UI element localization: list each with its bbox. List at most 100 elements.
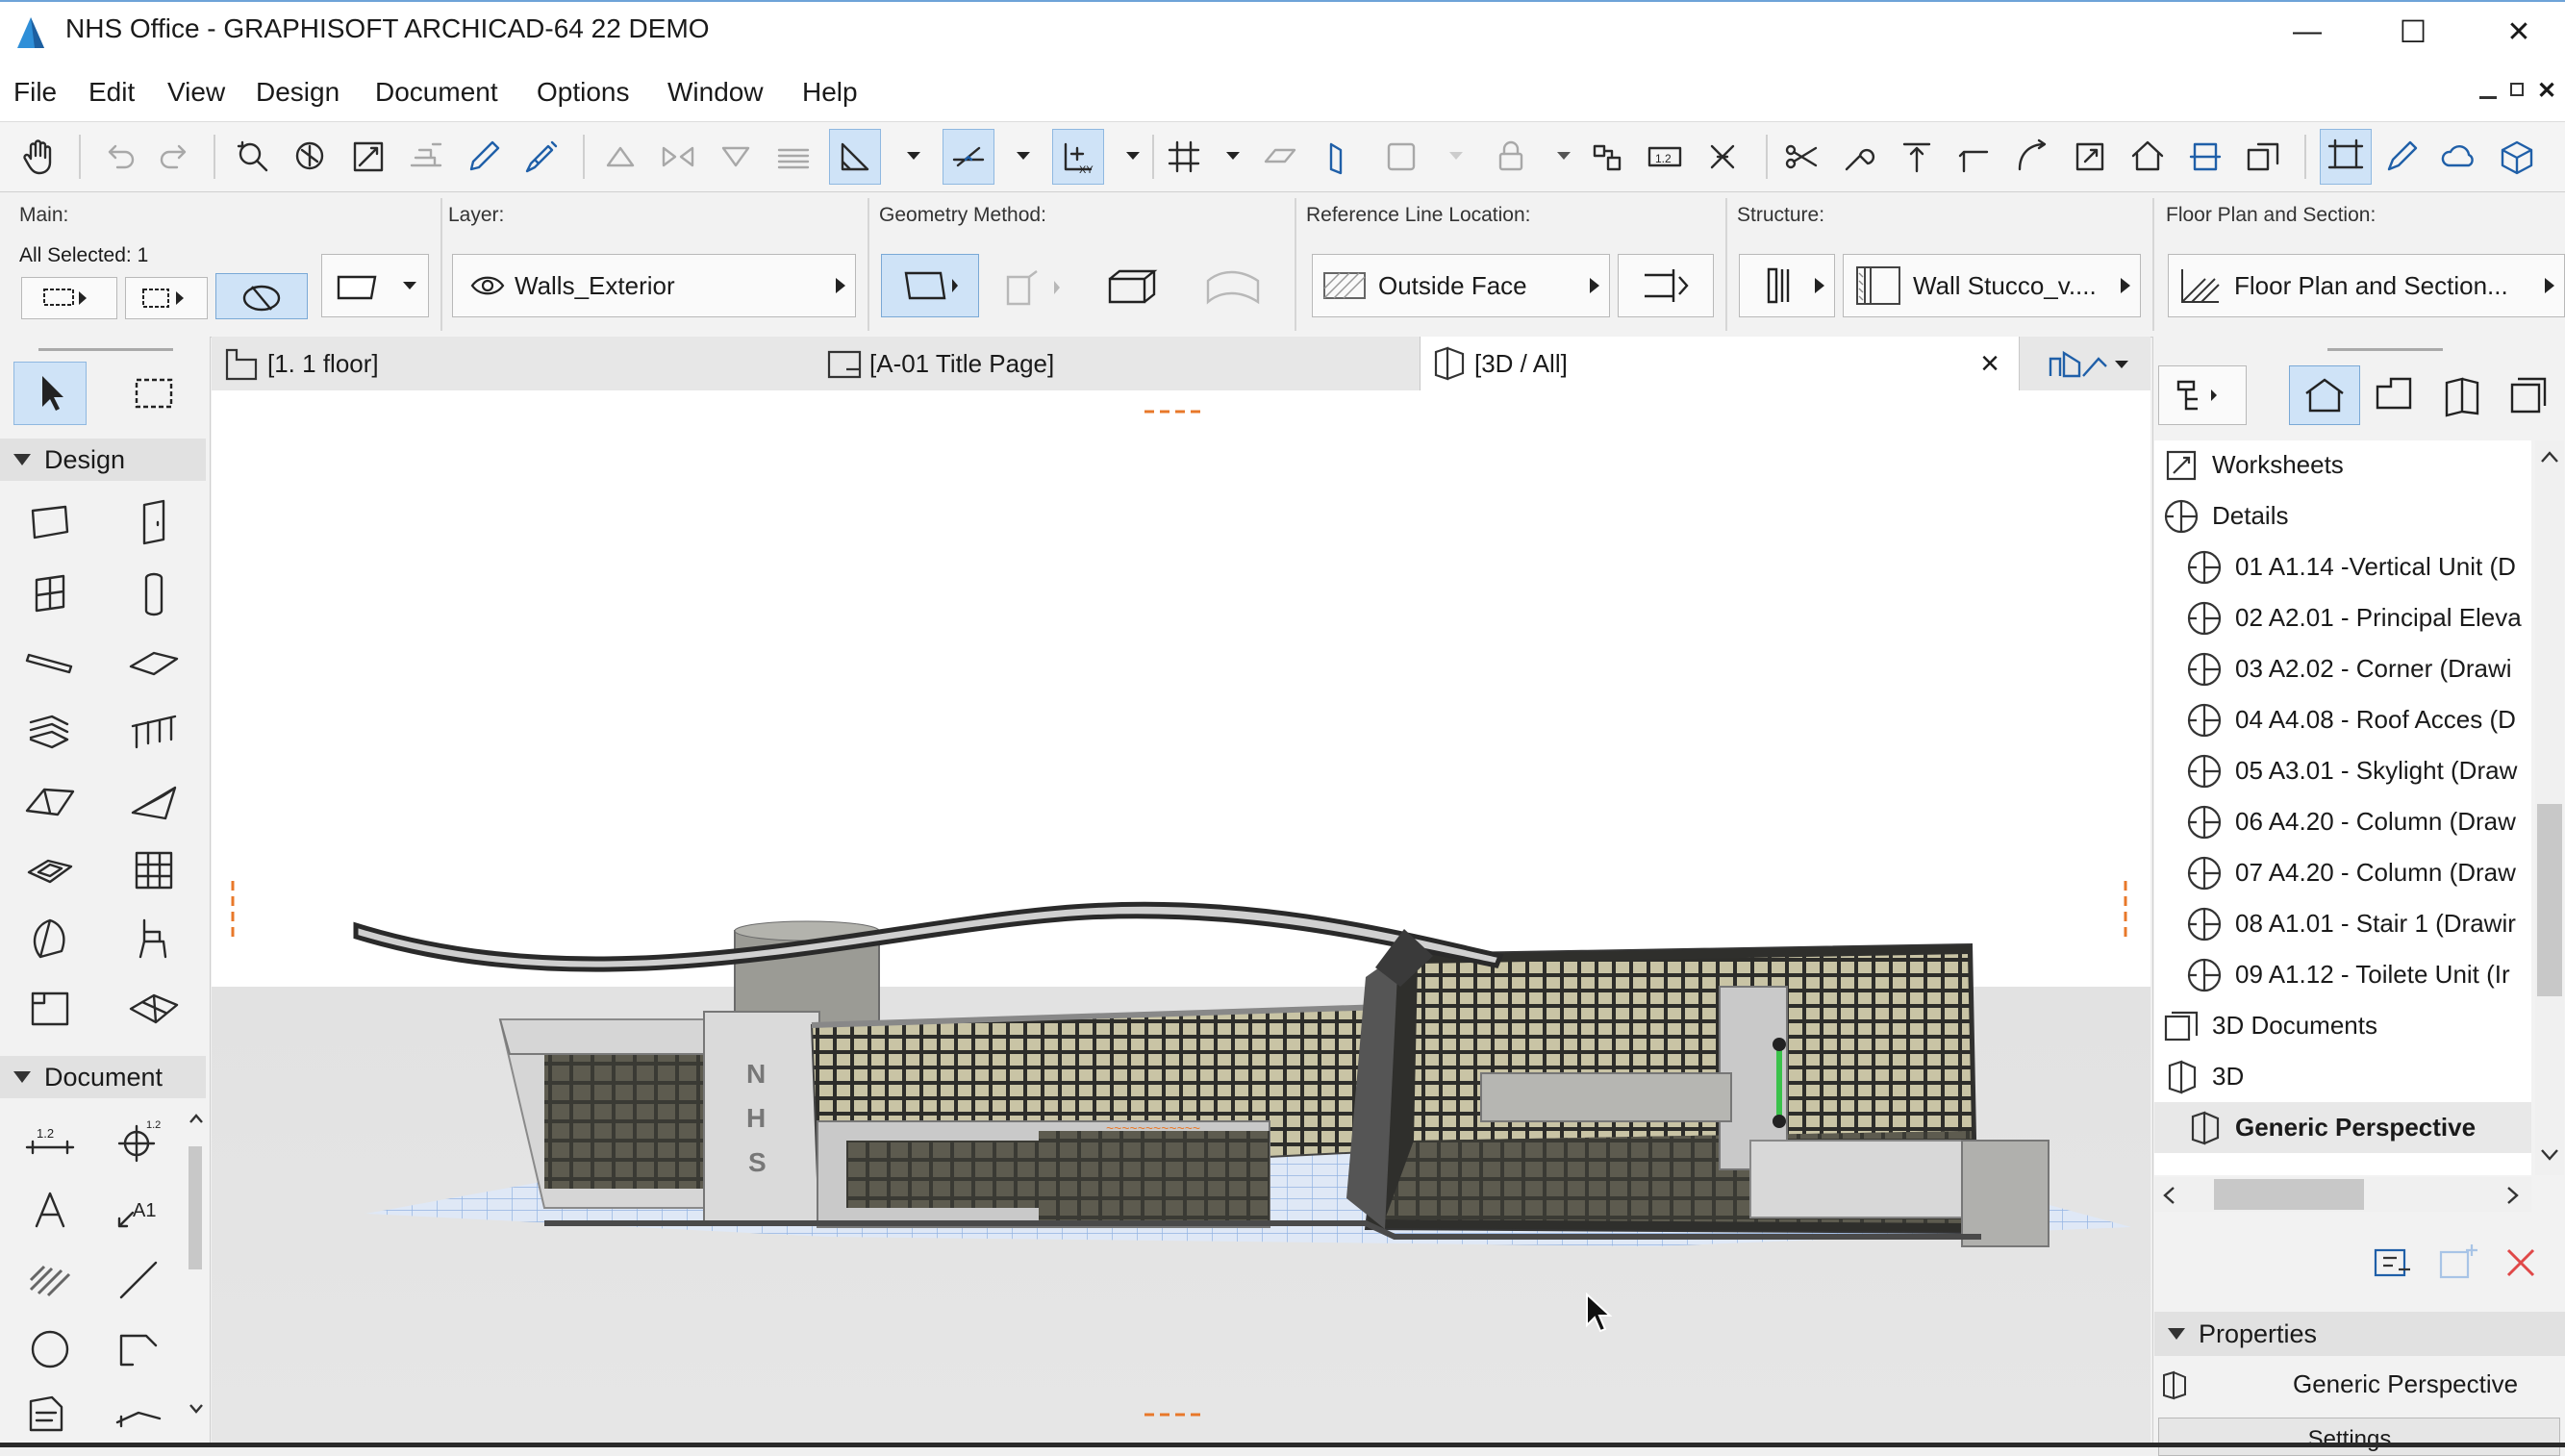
navigator-h-scrollbar-thumb[interactable] [2214, 1179, 2364, 1210]
line-tool[interactable] [102, 1248, 175, 1312]
marquee-filter-button[interactable] [125, 277, 208, 319]
list-item[interactable]: 08 A1.01 - Stair 1 (Drawir [2185, 898, 2562, 949]
layer-dropdown[interactable]: Walls_Exterior [452, 254, 856, 317]
3d-viewport[interactable]: N H S ~~~~~~~~~~~~ [212, 390, 2150, 1447]
scroll-down-arrow-icon[interactable] [189, 1402, 204, 1416]
fill-tool[interactable] [13, 1248, 87, 1312]
delete-view-button[interactable] [2497, 1241, 2545, 1285]
section-button[interactable] [1312, 129, 1364, 185]
menu-design[interactable]: Design [256, 77, 339, 108]
explode-button[interactable] [1697, 129, 1748, 185]
scroll-left-arrow-icon[interactable] [2160, 1185, 2177, 1206]
menu-window[interactable]: Window [667, 77, 764, 108]
tab-layout[interactable]: [A-01 Title Page] [817, 337, 1420, 390]
menu-options[interactable]: Options [537, 77, 630, 108]
properties-section-header[interactable]: Properties [2154, 1312, 2565, 1356]
elevate-button[interactable] [594, 129, 646, 185]
object-tool[interactable] [117, 908, 190, 971]
tab-floor-plan[interactable]: [1. 1 floor] [215, 337, 816, 390]
roof-button[interactable] [2122, 129, 2174, 185]
design-section-header[interactable]: Design [0, 439, 206, 481]
navigator-scrollbar-thumb[interactable] [2537, 804, 2562, 996]
offset-button[interactable] [2006, 129, 2058, 185]
list-item[interactable]: 02 A2.01 - Principal Eleva [2185, 592, 2562, 643]
scroll-down-arrow-icon[interactable] [2539, 1146, 2560, 1164]
doc-restore-icon[interactable] [2510, 83, 2524, 96]
flip-reference-button[interactable] [1618, 254, 1714, 317]
tab-3d[interactable]: [3D / All] × [1420, 337, 2020, 390]
chevron-down-icon[interactable] [1446, 146, 1466, 165]
stair-tool[interactable] [13, 700, 87, 764]
zoom-button[interactable] [285, 129, 337, 185]
skylight-tool[interactable] [13, 839, 87, 902]
menu-view[interactable]: View [167, 77, 225, 108]
layout-book-button[interactable] [2433, 369, 2491, 423]
tab-close-icon[interactable]: × [1980, 345, 1999, 383]
grid-button[interactable] [1158, 129, 1210, 185]
mirror-button[interactable] [652, 129, 704, 185]
adjust-button[interactable] [1833, 129, 1885, 185]
split-button[interactable] [1775, 129, 1827, 185]
trace-button[interactable] [1375, 129, 1427, 185]
scroll-right-arrow-icon[interactable] [2504, 1185, 2522, 1206]
doc-close-icon[interactable]: ✕ [2537, 77, 2556, 105]
snap-guides-button[interactable] [943, 129, 994, 185]
list-item[interactable]: 01 A1.14 -Vertical Unit (D [2185, 541, 2562, 592]
text-tool[interactable] [13, 1179, 87, 1243]
list-item[interactable]: Details [2162, 490, 2539, 541]
label-tool[interactable]: A1 [102, 1179, 175, 1243]
geometry-polygonal-button[interactable] [1100, 264, 1168, 312]
geometry-curved-button[interactable] [1198, 264, 1270, 312]
beam-tool[interactable] [13, 631, 87, 694]
list-item[interactable]: 3D Documents [2162, 1000, 2539, 1051]
dimension-button[interactable]: 1.2 [1639, 129, 1691, 185]
drawing-tool[interactable] [13, 1383, 87, 1439]
markup-button[interactable] [2376, 129, 2427, 185]
lower-button[interactable] [710, 129, 762, 185]
coordinates-button[interactable]: XY [1052, 129, 1104, 185]
inject-parameters-button[interactable] [516, 129, 567, 185]
find-select-button[interactable] [227, 129, 279, 185]
new-view-button[interactable] [2435, 1241, 2483, 1285]
maximize-button[interactable]: ☐ [2360, 0, 2466, 63]
menu-file[interactable]: File [13, 77, 57, 108]
minimize-button[interactable]: — [2254, 0, 2360, 63]
hatch-button[interactable] [767, 129, 819, 185]
scroll-up-arrow-icon[interactable] [189, 1112, 204, 1123]
mesh-tool[interactable] [117, 977, 190, 1041]
scroll-up-arrow-icon[interactable] [2539, 448, 2560, 465]
list-item[interactable]: 06 A4.20 - Column (Draw [2185, 796, 2562, 847]
fillet-button[interactable] [1949, 129, 2000, 185]
document-section-header[interactable]: Document [0, 1056, 206, 1098]
list-item[interactable]: Worksheets [2162, 439, 2539, 490]
geometry-straight-button[interactable] [881, 254, 979, 317]
list-item[interactable]: 05 A3.01 - Skylight (Draw [2185, 745, 2562, 796]
doc-minimize-icon[interactable] [2479, 96, 2497, 99]
dimension-tool[interactable]: 1.2 [13, 1110, 87, 1173]
list-item[interactable]: 09 A1.12 - Toilete Unit (Ir [2185, 949, 2562, 1000]
resize-button[interactable] [2064, 129, 2116, 185]
grid-snap-button[interactable] [400, 129, 452, 185]
list-item[interactable]: 04 A4.08 - Roof Acces (D [2185, 694, 2562, 745]
undo-button[interactable] [92, 129, 144, 185]
window-tool[interactable] [13, 562, 87, 625]
list-item[interactable]: 3D [2162, 1051, 2539, 1102]
pan-hand-button[interactable] [13, 129, 65, 185]
spline-tool[interactable] [102, 1383, 175, 1439]
chevron-down-icon[interactable] [400, 276, 419, 295]
chevron-down-icon[interactable] [1223, 146, 1243, 165]
pick-up-parameters-button[interactable] [458, 129, 510, 185]
menu-document[interactable]: Document [375, 77, 498, 108]
cut-elements-button[interactable] [2179, 129, 2231, 185]
toolbox-scrollbar-thumb[interactable] [189, 1146, 202, 1269]
roof-tool[interactable] [13, 769, 87, 833]
magic-wand-button[interactable] [215, 273, 308, 319]
shell-tool[interactable] [117, 769, 190, 833]
group-button[interactable] [1581, 129, 1633, 185]
polyline-tool[interactable] [102, 1318, 175, 1381]
suspend-groups-button[interactable] [2320, 129, 2372, 185]
close-window-button[interactable]: ✕ [2466, 0, 2565, 63]
chevron-down-icon[interactable] [1123, 146, 1143, 165]
lock-button[interactable] [1485, 129, 1537, 185]
elevate-top-button[interactable] [1891, 129, 1943, 185]
